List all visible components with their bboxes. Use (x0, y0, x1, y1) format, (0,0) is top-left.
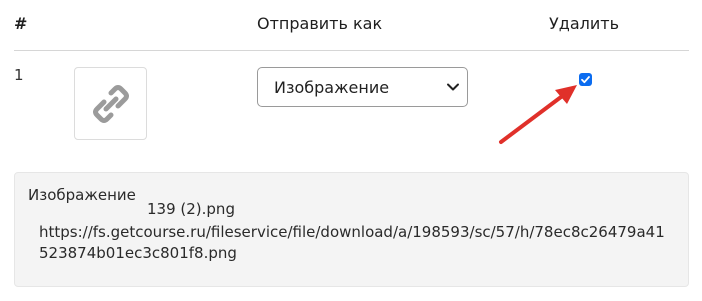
chevron-down-icon (447, 83, 459, 91)
attachments-panel: # Отправить как Удалить 1 Изображение Из… (0, 0, 702, 301)
annotation-arrow (499, 85, 577, 144)
file-url: https://fs.getcourse.ru/fileservice/file… (39, 223, 665, 262)
delete-checkbox[interactable] (579, 73, 592, 86)
file-info-box: Изображение 139 (2).png https://fs.getco… (14, 172, 689, 287)
column-header-number: # (14, 14, 28, 33)
link-icon (92, 84, 129, 123)
checkmark-icon (581, 76, 590, 84)
column-header-delete: Удалить (549, 14, 619, 33)
file-type-label: Изображение (28, 186, 136, 204)
header-divider (14, 50, 689, 51)
attachment-thumbnail[interactable] (74, 67, 147, 140)
send-as-selected-value: Изображение (274, 77, 390, 97)
file-name: 139 (2).png (147, 200, 235, 218)
column-header-send-as: Отправить как (257, 14, 383, 33)
row-number: 1 (14, 66, 24, 84)
send-as-select[interactable]: Изображение (257, 67, 468, 107)
